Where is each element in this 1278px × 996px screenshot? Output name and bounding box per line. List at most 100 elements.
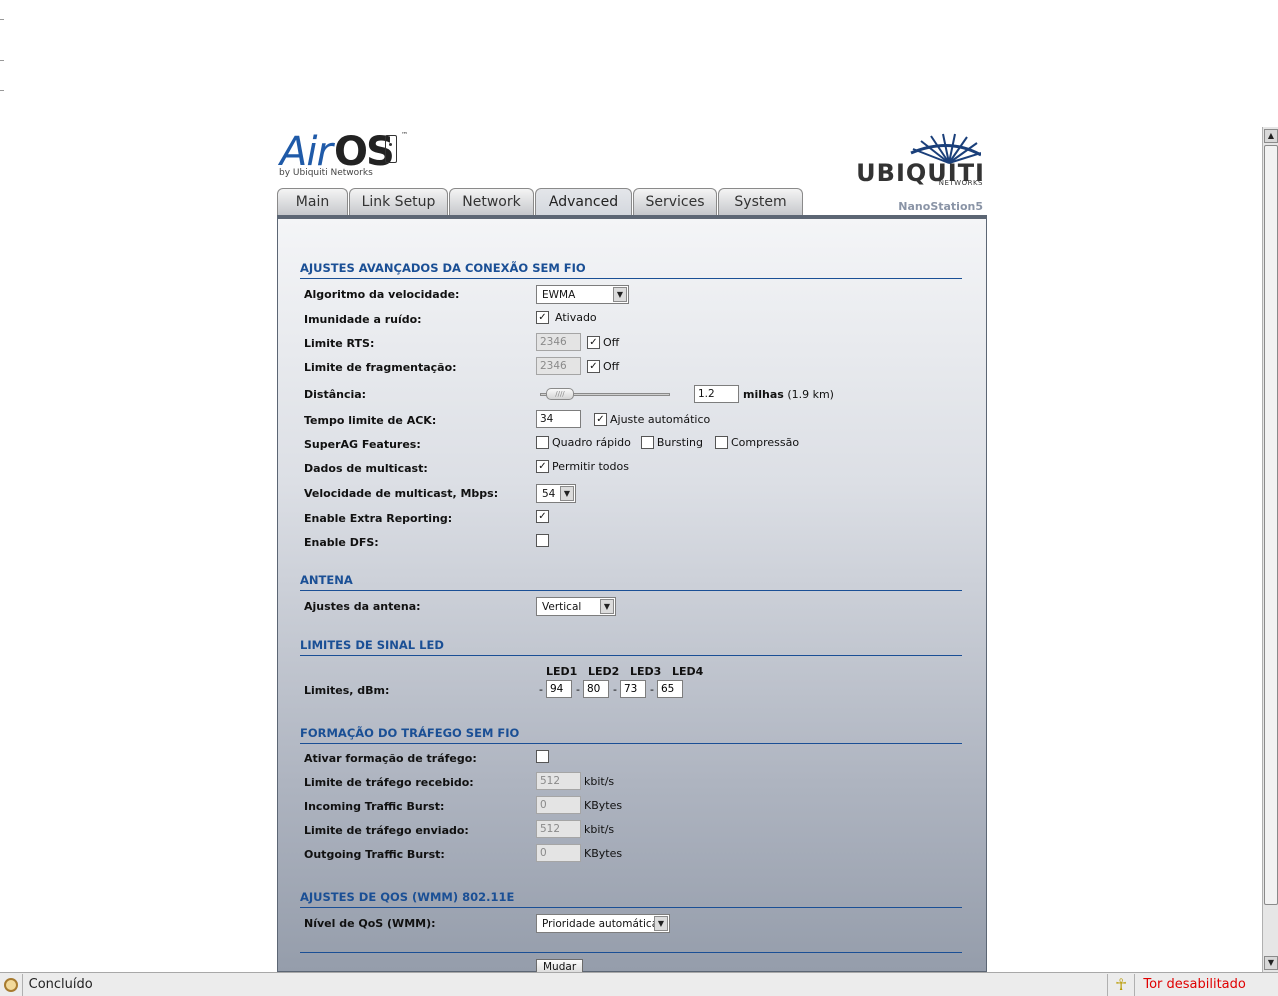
section-title-shaping: FORMAÇÃO DO TRÁFEGO SEM FIO xyxy=(300,726,962,744)
multicast-rate-label: Velocidade de multicast, Mbps: xyxy=(304,487,499,500)
tab-label: Advanced xyxy=(548,194,619,210)
section-title-qos: AJUSTES DE QOS (WMM) 802.11E xyxy=(300,890,962,908)
tab-label: Main xyxy=(295,194,330,210)
tab-system[interactable]: System xyxy=(718,188,803,215)
rts-off-checkbox[interactable]: ✓ xyxy=(587,335,600,349)
antenna-setting-label: Ajustes da antena: xyxy=(304,600,421,613)
tab-main[interactable]: Main xyxy=(277,188,348,215)
dfs-checkbox[interactable] xyxy=(536,534,549,547)
chevron-down-icon: ▼ xyxy=(654,916,668,931)
outgoing-limit-input[interactable]: 512 xyxy=(536,820,581,838)
extra-reporting-checkbox[interactable]: ✓ xyxy=(536,510,549,523)
section-title-led: LIMITES DE SINAL LED xyxy=(300,638,962,656)
incoming-limit-input[interactable]: 512 xyxy=(536,772,581,790)
multicast-data-checkbox[interactable]: ✓ xyxy=(536,460,549,473)
divider xyxy=(300,952,962,953)
led2-input[interactable]: 80 xyxy=(582,680,609,698)
antenna-setting-select[interactable]: Vertical ▼ xyxy=(536,597,616,616)
led1-header: LED1 xyxy=(546,665,578,678)
ack-timeout-input[interactable]: 34 xyxy=(536,410,581,428)
vertical-scrollbar[interactable]: ▲ ▼ xyxy=(1262,127,1278,972)
page-status-icon xyxy=(0,974,22,996)
rate-algorithm-label: Algoritmo da velocidade: xyxy=(304,288,460,301)
led-thresholds-label: Limites, dBm: xyxy=(304,684,390,697)
fragmentation-input[interactable]: 2346 xyxy=(536,357,581,375)
multicast-rate-select[interactable]: 54 ▼ xyxy=(536,484,576,503)
led1-input[interactable]: 94 xyxy=(545,680,572,698)
advanced-settings-panel: AJUSTES AVANÇADOS DA CONEXÃO SEM FIO Alg… xyxy=(277,215,987,976)
tor-status[interactable]: Tor desabilitado xyxy=(1134,973,1278,996)
multicast-data-option: Permitir todos xyxy=(552,460,629,473)
distance-input[interactable]: 1.2 xyxy=(694,385,739,403)
rate-algorithm-select[interactable]: EWMA ▼ xyxy=(536,285,629,304)
rts-input[interactable]: 2346 xyxy=(536,333,581,351)
scrollbar-thumb[interactable] xyxy=(1264,145,1278,905)
led3-header: LED3 xyxy=(630,665,662,678)
shaping-enable-label: Ativar formação de tráfego: xyxy=(304,752,477,765)
fragmentation-off-label: Off xyxy=(603,359,620,373)
section-title-antenna: ANTENA xyxy=(300,573,962,591)
outgoing-limit-unit: kbit/s xyxy=(584,822,615,836)
header: Air OS ™ by Ubiquiti Networks UBIQUITI N… xyxy=(277,127,987,227)
scroll-down-icon[interactable]: ▼ xyxy=(1264,956,1278,970)
slider-handle[interactable]: //// xyxy=(545,388,574,400)
qos-level-select[interactable]: Prioridade automática ▼ xyxy=(536,914,670,933)
incoming-burst-input[interactable]: 0 xyxy=(536,796,581,814)
shaping-enable-checkbox[interactable] xyxy=(536,750,549,763)
incoming-limit-unit: kbit/s xyxy=(584,774,615,788)
noise-immunity-checkbox[interactable]: ✓ xyxy=(536,311,549,324)
ack-timeout-label: Tempo limite de ACK: xyxy=(304,414,437,427)
fragmentation-off-checkbox[interactable]: ✓ xyxy=(587,359,600,373)
qos-level-label: Nível de QoS (WMM): xyxy=(304,917,436,930)
tab-label: System xyxy=(734,194,787,210)
left-edge-marks xyxy=(0,0,4,120)
incoming-burst-unit: KBytes xyxy=(584,798,623,812)
distance-slider[interactable]: //// xyxy=(540,387,670,401)
fast-frame-checkbox[interactable] xyxy=(536,436,549,449)
led4-input[interactable]: 65 xyxy=(656,680,683,698)
tab-link-setup[interactable]: Link Setup xyxy=(349,188,448,215)
fragmentation-label: Limite de fragmentação: xyxy=(304,361,457,374)
scroll-up-icon[interactable]: ▲ xyxy=(1264,129,1278,143)
extra-reporting-label: Enable Extra Reporting: xyxy=(304,512,453,525)
outgoing-burst-unit: KBytes xyxy=(584,846,623,860)
status-bar: Concluído ☥ Tor desabilitado xyxy=(0,972,1278,996)
bursting-checkbox[interactable] xyxy=(640,436,654,449)
distance-label: Distância: xyxy=(304,388,367,401)
device-name: NanoStation5 xyxy=(898,200,983,213)
trademark: ™ xyxy=(401,131,408,139)
tab-label: Services xyxy=(645,194,705,210)
led2-header: LED2 xyxy=(588,665,620,678)
distance-km: (1.9 km) xyxy=(787,387,834,401)
chevron-down-icon: ▼ xyxy=(600,599,614,614)
noise-immunity-option: Ativado xyxy=(555,311,597,324)
tab-services[interactable]: Services xyxy=(633,188,717,215)
dfs-label: Enable DFS: xyxy=(304,536,379,549)
led3-input[interactable]: 73 xyxy=(619,680,646,698)
tor-button-icon[interactable]: ☥ xyxy=(1106,973,1135,996)
compression-label: Compressão xyxy=(730,436,800,449)
main-tabs: Main Link Setup Network Advanced Service… xyxy=(277,188,804,215)
compression-checkbox[interactable] xyxy=(714,436,728,449)
tab-advanced[interactable]: Advanced xyxy=(535,188,632,215)
noise-immunity-label: Imunidade a ruído: xyxy=(304,313,422,326)
led-minus: - xyxy=(575,682,580,696)
logo-byline: by Ubiquiti Networks xyxy=(279,168,373,178)
outgoing-limit-label: Limite de tráfego enviado: xyxy=(304,824,469,837)
led-minus: - xyxy=(612,682,617,696)
airos-page: Air OS ™ by Ubiquiti Networks UBIQUITI N… xyxy=(277,127,987,976)
ack-auto-checkbox[interactable]: ✓ xyxy=(594,412,607,426)
led-minus: - xyxy=(539,682,543,696)
select-value: Prioridade automática xyxy=(542,917,659,930)
bursting-label: Bursting xyxy=(656,436,703,449)
outgoing-burst-input[interactable]: 0 xyxy=(536,844,581,862)
led-minus: - xyxy=(649,682,654,696)
select-value: 54 xyxy=(542,487,556,500)
tab-label: Link Setup xyxy=(361,194,436,210)
rts-label: Limite RTS: xyxy=(304,337,375,350)
chevron-down-icon: ▼ xyxy=(560,486,574,501)
tab-network[interactable]: Network xyxy=(449,188,534,215)
select-value: Vertical xyxy=(542,600,582,613)
rts-off-label: Off xyxy=(603,335,620,349)
incoming-limit-label: Limite de tráfego recebido: xyxy=(304,776,474,789)
